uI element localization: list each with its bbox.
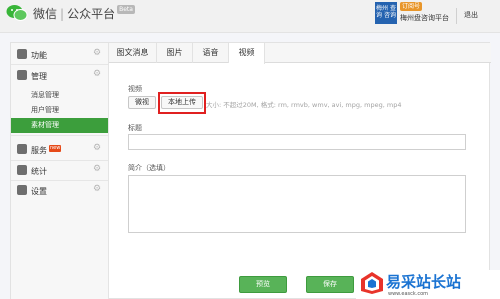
weishi-button[interactable]: 微视 xyxy=(128,96,156,109)
logout-button[interactable]: 退出 xyxy=(464,10,478,20)
upload-hint: 大小: 不超过20M, 格式: rm, rmvb, wmv, avi, mpg,… xyxy=(206,101,402,109)
title-label: 标题 xyxy=(128,124,142,132)
sidebar-section-management[interactable]: 管理 ⚙ xyxy=(11,66,109,84)
save-button[interactable]: 保存 xyxy=(306,276,354,293)
video-label: 视频 xyxy=(128,85,142,93)
account-name[interactable]: 梅州盘咨询平台 xyxy=(400,13,449,23)
wechat-logo-icon xyxy=(6,5,28,21)
watermark-url: www.easck.com xyxy=(388,291,429,297)
account-avatar[interactable]: 梅州 查询 咨询 xyxy=(375,2,397,24)
service-icon xyxy=(17,144,27,154)
sidebar-section-services[interactable]: 服务 new ⚙ xyxy=(11,140,109,158)
sidebar-section-label: 统计 xyxy=(31,167,47,176)
stats-icon xyxy=(17,165,27,175)
sidebar-section-label: 设置 xyxy=(31,187,47,196)
title-input[interactable] xyxy=(128,134,466,150)
sidebar-item-materials[interactable]: 素材管理 xyxy=(11,118,108,133)
settings-icon xyxy=(17,185,27,195)
top-bar: 微信 | 公众平台 Beta 梅州 查询 咨询 订阅号 梅州盘咨询平台 退出 xyxy=(0,0,500,33)
gear-icon[interactable]: ⚙ xyxy=(93,164,101,174)
gear-icon[interactable]: ⚙ xyxy=(93,143,101,153)
site-watermark: 易采站长站 www.easck.com xyxy=(356,270,500,299)
brand-name: 微信 xyxy=(33,7,58,21)
sidebar-section-label: 服务 new xyxy=(31,145,62,156)
sidebar-section-features[interactable]: 功能 ⚙ xyxy=(11,45,109,63)
watermark-title: 易采站长站 xyxy=(386,273,462,291)
sidebar-section-label: 管理 xyxy=(31,72,47,81)
folder-icon xyxy=(17,70,27,80)
topbar-divider xyxy=(456,8,457,24)
grid-icon xyxy=(17,49,27,59)
upload-highlight-box xyxy=(158,92,206,114)
gear-icon[interactable]: ⚙ xyxy=(93,48,101,58)
product-name: 公众平台 xyxy=(67,7,116,21)
main-panel: 功能 ⚙ 管理 ⚙ 消息管理 用户管理 素材管理 服务 new ⚙ 统计 ⚙ 设置… xyxy=(10,42,491,299)
brand-title: 微信 | 公众平台 Beta xyxy=(33,5,135,22)
gear-icon[interactable]: ⚙ xyxy=(93,184,101,194)
sidebar-section-stats[interactable]: 统计 ⚙ xyxy=(11,161,109,179)
sidebar-item-users[interactable]: 用户管理 xyxy=(11,103,108,118)
summary-textarea[interactable] xyxy=(128,175,466,233)
tab-images[interactable]: 图片 xyxy=(157,43,193,63)
sidebar-section-label: 功能 xyxy=(31,51,47,60)
divider xyxy=(11,64,108,65)
gear-icon[interactable]: ⚙ xyxy=(93,69,101,79)
tab-voice[interactable]: 语音 xyxy=(193,43,229,63)
material-tabs: 图文消息 图片 语音 视频 xyxy=(109,43,491,64)
brand-separator: | xyxy=(60,7,65,21)
watermark-logo-icon xyxy=(361,272,383,294)
beta-badge: Beta xyxy=(117,5,135,14)
divider xyxy=(11,135,108,136)
preview-button[interactable]: 预览 xyxy=(239,276,287,293)
tab-video[interactable]: 视频 xyxy=(229,43,265,64)
sidebar-item-messages[interactable]: 消息管理 xyxy=(11,88,108,103)
sidebar: 功能 ⚙ 管理 ⚙ 消息管理 用户管理 素材管理 服务 new ⚙ 统计 ⚙ 设置… xyxy=(11,43,109,299)
sidebar-section-settings[interactable]: 设置 ⚙ xyxy=(11,181,109,199)
account-type-badge: 订阅号 xyxy=(400,2,423,11)
new-badge: new xyxy=(49,145,62,152)
tab-news[interactable]: 图文消息 xyxy=(109,43,157,63)
summary-label: 简介（选填） xyxy=(128,164,170,172)
sidebar-section-text: 服务 xyxy=(31,146,47,155)
